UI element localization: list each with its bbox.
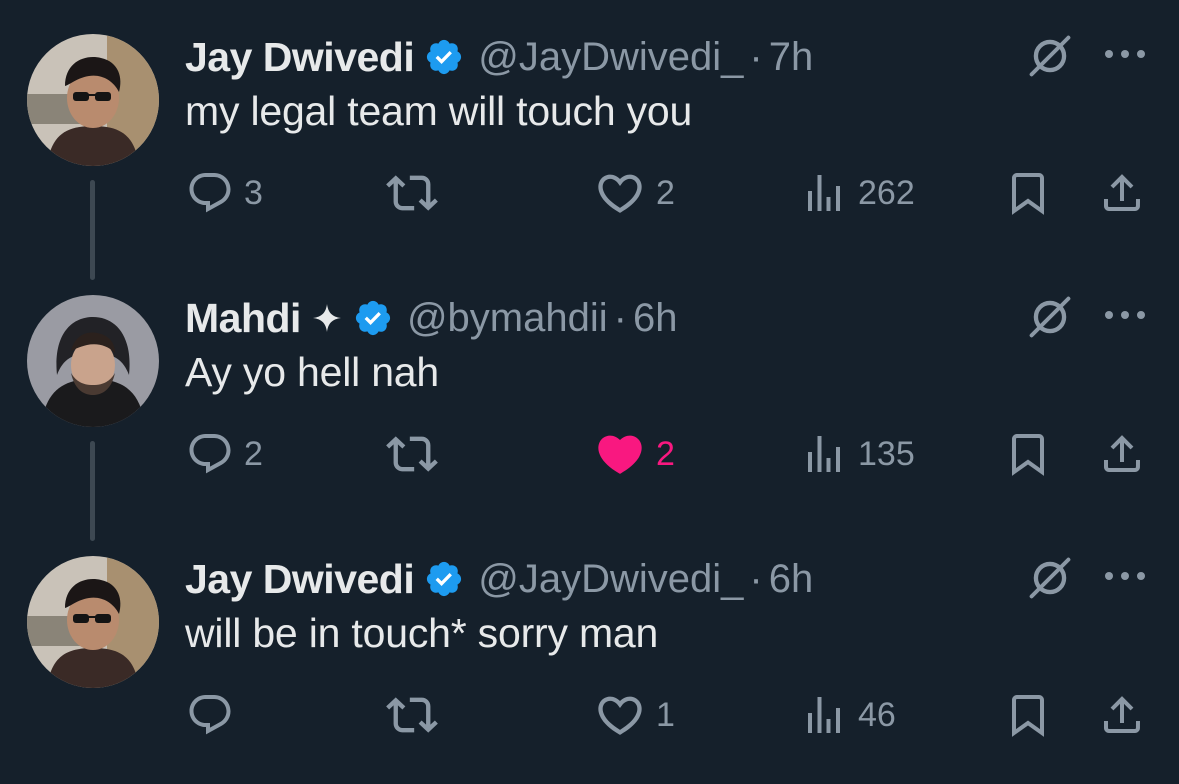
like-icon	[594, 689, 646, 741]
timestamp[interactable]: 6h	[633, 296, 678, 341]
views-icon	[800, 430, 848, 478]
views-button[interactable]: 262	[800, 165, 915, 221]
repost-icon	[386, 689, 438, 741]
grok-icon[interactable]	[1024, 291, 1076, 343]
share-button[interactable]	[1098, 165, 1146, 221]
more-options-icon[interactable]	[1102, 305, 1148, 325]
views-icon	[800, 169, 848, 217]
like-button[interactable]: 2	[594, 165, 675, 221]
share-icon	[1098, 430, 1146, 478]
bookmark-button[interactable]	[1004, 165, 1052, 221]
avatar-mahdi[interactable]	[27, 295, 159, 427]
bookmark-button[interactable]	[1004, 687, 1052, 743]
verified-badge-icon[interactable]	[353, 298, 393, 338]
view-count: 262	[858, 173, 915, 212]
like-button[interactable]: 2	[594, 426, 675, 482]
reply-icon	[186, 691, 234, 739]
timestamp[interactable]: 6h	[769, 557, 814, 602]
display-name[interactable]: Jay Dwivedi	[185, 34, 415, 81]
display-name[interactable]: Mahdi	[185, 295, 301, 342]
like-count: 2	[656, 173, 675, 212]
repost-icon	[386, 428, 438, 480]
user-handle[interactable]: @bymahdii	[407, 296, 608, 341]
avatar-sunglasses-photo	[27, 556, 159, 688]
avatar-sunglasses-photo	[27, 34, 159, 166]
share-icon	[1098, 691, 1146, 739]
tweet-text: Ay yo hell nah	[185, 349, 440, 395]
bookmark-icon	[1004, 691, 1052, 739]
share-icon	[1098, 169, 1146, 217]
more-options-icon[interactable]	[1102, 44, 1148, 64]
bookmark-icon	[1004, 430, 1052, 478]
tweet-actions: 1 46	[0, 687, 1179, 743]
timestamp[interactable]: 7h	[769, 35, 814, 80]
reply-icon	[186, 169, 234, 217]
like-count: 1	[656, 695, 675, 734]
grok-icon[interactable]	[1024, 552, 1076, 604]
tweet-header: Jay Dwivedi @JayDwivedi_ · 7h	[185, 30, 813, 84]
grok-icon[interactable]	[1024, 30, 1076, 82]
reply-icon	[186, 430, 234, 478]
tweet-text: my legal team will touch you	[185, 88, 693, 134]
reply-count: 3	[244, 173, 263, 212]
separator-dot: ·	[749, 34, 763, 79]
tweet-text: will be in touch* sorry man	[185, 610, 659, 656]
user-handle[interactable]: @JayDwivedi_	[478, 557, 743, 602]
view-count: 135	[858, 434, 915, 473]
reply-button[interactable]: 3	[186, 165, 263, 221]
user-handle[interactable]: @JayDwivedi_	[478, 35, 743, 80]
repost-icon	[386, 167, 438, 219]
separator-dot: ·	[613, 295, 627, 340]
like-count: 2	[656, 434, 675, 473]
bookmark-button[interactable]	[1004, 426, 1052, 482]
avatar-hoodie-photo	[27, 295, 159, 427]
like-icon	[594, 167, 646, 219]
tweet-header: Jay Dwivedi @JayDwivedi_ · 6h	[185, 552, 813, 606]
tweet-actions: 2 2 135	[0, 426, 1179, 482]
like-button[interactable]: 1	[594, 687, 675, 743]
separator-dot: ·	[749, 556, 763, 601]
tweet-actions: 3 2 262	[0, 165, 1179, 221]
tweet-2[interactable]: Mahdi @bymahdii · 6h Ay yo hell nah 2 2 …	[0, 261, 1179, 541]
views-button[interactable]: 46	[800, 687, 896, 743]
bookmark-icon	[1004, 169, 1052, 217]
views-button[interactable]: 135	[800, 426, 915, 482]
view-count: 46	[858, 695, 896, 734]
tweet-1[interactable]: Jay Dwivedi @JayDwivedi_ · 7h my legal t…	[0, 0, 1179, 280]
reply-button[interactable]: 2	[186, 426, 263, 482]
tweet-3[interactable]: Jay Dwivedi @JayDwivedi_ · 6h will be in…	[0, 522, 1179, 784]
share-button[interactable]	[1098, 426, 1146, 482]
reply-button[interactable]	[186, 687, 244, 743]
repost-button[interactable]	[386, 426, 448, 482]
tweet-header: Mahdi @bymahdii · 6h	[185, 291, 677, 345]
verified-badge-icon[interactable]	[424, 559, 464, 599]
verified-badge-icon[interactable]	[424, 37, 464, 77]
share-button[interactable]	[1098, 687, 1146, 743]
reply-count: 2	[244, 434, 263, 473]
repost-button[interactable]	[386, 165, 448, 221]
liked-heart-icon	[594, 428, 646, 480]
display-name[interactable]: Jay Dwivedi	[185, 556, 415, 603]
more-options-icon[interactable]	[1102, 566, 1148, 586]
sparkle-icon	[311, 302, 343, 334]
avatar-jay-dwivedi[interactable]	[27, 556, 159, 688]
repost-button[interactable]	[386, 687, 448, 743]
avatar-jay-dwivedi[interactable]	[27, 34, 159, 166]
views-icon	[800, 691, 848, 739]
